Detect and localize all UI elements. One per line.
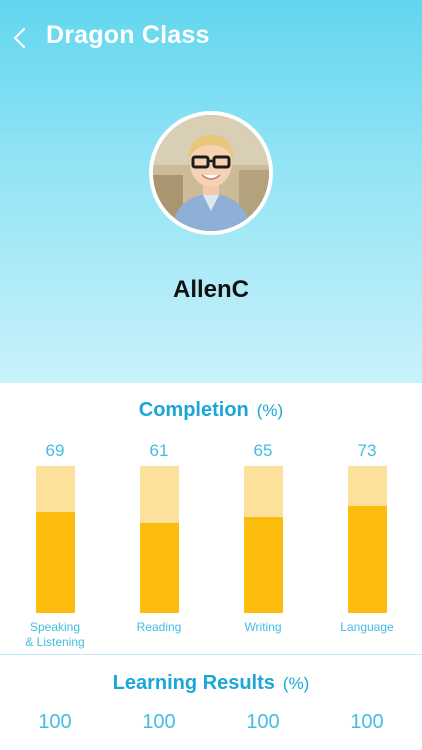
bar (140, 523, 179, 613)
page-title: Dragon Class (46, 21, 210, 49)
bar-column-speaking-listening: 69 Speaking & Listening (3, 438, 107, 653)
student-name: AllenC (172, 276, 249, 303)
back-button[interactable] (6, 24, 32, 52)
profile-header: Dragon Class AllenC (0, 0, 422, 383)
bar-category-label: Language (340, 620, 394, 634)
bar-value-label: 73 (357, 441, 377, 460)
bar (36, 511, 75, 613)
completion-unit: (%) (256, 401, 284, 420)
result-value-speaking-listening: 100 (38, 711, 72, 733)
bar-column-reading: 61 Reading (107, 438, 211, 653)
avatar (149, 111, 273, 235)
completion-title-text: Completion (138, 399, 249, 421)
student-photo (153, 115, 269, 231)
result-value-reading: 100 (142, 711, 176, 733)
completion-section-title: Completion (%) (0, 399, 422, 422)
chevron-left-icon (13, 27, 26, 49)
bar (244, 517, 283, 613)
bar-category-label: Reading (136, 620, 182, 634)
learning-results-unit: (%) (282, 674, 310, 693)
result-value-language: 100 (350, 711, 384, 733)
bar-value-label: 61 (149, 441, 169, 460)
bar-column-language: 73 Language (315, 438, 419, 653)
learning-results-section-title: Learning Results (%) (0, 672, 422, 695)
bar (348, 505, 387, 613)
bar-track (244, 466, 283, 613)
bar-category-label: Speaking & Listening (25, 620, 85, 649)
learning-results-title-text: Learning Results (112, 672, 275, 694)
result-value-writing: 100 (246, 711, 280, 733)
section-divider (0, 654, 422, 655)
bar-track (140, 466, 179, 613)
bar-track (348, 466, 387, 613)
bar-track (36, 466, 75, 613)
bar-category-label: Writing (244, 620, 282, 634)
bar-value-label: 69 (45, 441, 65, 460)
bar-value-label: 65 (253, 441, 273, 460)
bar-column-writing: 65 Writing (211, 438, 315, 653)
